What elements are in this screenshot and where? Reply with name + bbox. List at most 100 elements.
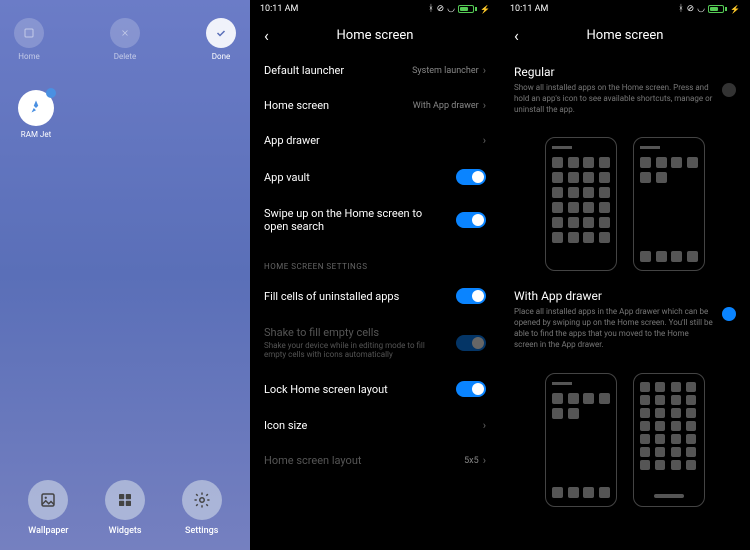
charging-icon: ⚡ bbox=[730, 5, 740, 14]
setting-label: Fill cells of uninstalled apps bbox=[264, 290, 399, 303]
regular-previews bbox=[500, 127, 750, 277]
chevron-right-icon: › bbox=[483, 454, 486, 467]
lock-layout-row: Lock Home screen layout bbox=[264, 370, 486, 408]
wifi-icon: ◡ bbox=[447, 4, 455, 14]
action-label: Done bbox=[212, 52, 230, 61]
home-icon bbox=[14, 18, 44, 48]
setting-label: Home screen bbox=[264, 99, 329, 112]
action-label: Home bbox=[18, 52, 40, 61]
option-title: With App drawer bbox=[514, 289, 714, 303]
do-not-disturb-icon: ⊘ bbox=[687, 4, 695, 14]
page-title: Home screen bbox=[587, 28, 664, 43]
bottom-label: Wallpaper bbox=[28, 526, 68, 536]
settings-list: Default launcher System launcher› Home s… bbox=[250, 53, 500, 478]
bottom-actions: Wallpaper Widgets Settings bbox=[0, 480, 250, 536]
drawer-previews bbox=[500, 363, 750, 513]
regular-radio[interactable] bbox=[722, 83, 736, 97]
action-label: Delete bbox=[114, 52, 137, 61]
setting-label: App drawer bbox=[264, 134, 320, 147]
swipe-up-toggle[interactable] bbox=[456, 212, 486, 228]
option-title: Regular bbox=[514, 65, 714, 79]
status-bar: 10:11 AM ᚼ ⊘ ◡ ⚡ bbox=[500, 0, 750, 18]
phone-preview bbox=[545, 137, 617, 271]
delete-action[interactable]: Delete bbox=[110, 18, 140, 61]
home-edit-panel: Home Delete Done RAM Jet Wallpaper bbox=[0, 0, 250, 550]
phone-preview bbox=[545, 373, 617, 507]
battery-icon bbox=[458, 5, 477, 13]
home-settings-panel: 10:11 AM ᚼ ⊘ ◡ ⚡ ‹ Home screen Default l… bbox=[250, 0, 500, 550]
setting-label: Icon size bbox=[264, 419, 307, 432]
charging-icon: ⚡ bbox=[480, 5, 490, 14]
setting-label: App vault bbox=[264, 171, 310, 184]
home-action[interactable]: Home bbox=[14, 18, 44, 61]
app-drawer-option[interactable]: With App drawer Place all installed apps… bbox=[500, 277, 750, 362]
bluetooth-icon: ᚼ bbox=[678, 4, 683, 14]
page-title: Home screen bbox=[337, 28, 414, 43]
battery-icon bbox=[708, 5, 727, 13]
status-right: ᚼ ⊘ ◡ ⚡ bbox=[428, 4, 490, 14]
home-mode-panel: 10:11 AM ᚼ ⊘ ◡ ⚡ ‹ Home screen Regular S… bbox=[500, 0, 750, 550]
bottom-label: Widgets bbox=[109, 526, 142, 536]
setting-value: With App drawer› bbox=[413, 99, 486, 112]
status-time: 10:11 AM bbox=[260, 4, 298, 14]
fill-cells-toggle[interactable] bbox=[456, 288, 486, 304]
shake-fill-row: Shake to fill empty cells Shake your dev… bbox=[264, 315, 486, 370]
settings-icon bbox=[182, 480, 222, 520]
rocket-icon bbox=[18, 90, 54, 126]
option-desc: Show all installed apps on the Home scre… bbox=[514, 83, 714, 115]
icon-size-row[interactable]: Icon size › bbox=[264, 408, 486, 443]
widgets-button[interactable]: Widgets bbox=[105, 480, 145, 536]
regular-option[interactable]: Regular Show all installed apps on the H… bbox=[500, 53, 750, 127]
chevron-right-icon: › bbox=[483, 134, 486, 147]
phone-preview bbox=[633, 373, 705, 507]
app-drawer-row[interactable]: App drawer › bbox=[264, 123, 486, 158]
setting-value: › bbox=[483, 419, 486, 432]
header: ‹ Home screen bbox=[250, 18, 500, 53]
setting-value: System launcher› bbox=[412, 64, 486, 77]
done-action[interactable]: Done bbox=[206, 18, 236, 61]
chevron-right-icon: › bbox=[483, 99, 486, 112]
wallpaper-button[interactable]: Wallpaper bbox=[28, 480, 68, 536]
setting-label: Default launcher bbox=[264, 64, 344, 77]
setting-label: Home screen layout bbox=[264, 454, 362, 467]
close-icon bbox=[110, 18, 140, 48]
app-badge bbox=[46, 88, 56, 98]
chevron-right-icon: › bbox=[483, 419, 486, 432]
status-time: 10:11 AM bbox=[510, 4, 548, 14]
do-not-disturb-icon: ⊘ bbox=[437, 4, 445, 14]
setting-sublabel: Shake your device while in editing mode … bbox=[264, 341, 446, 359]
phone-preview bbox=[633, 137, 705, 271]
bottom-label: Settings bbox=[185, 526, 218, 536]
status-bar: 10:11 AM ᚼ ⊘ ◡ ⚡ bbox=[250, 0, 500, 18]
setting-label: Lock Home screen layout bbox=[264, 383, 388, 396]
app-drawer-radio[interactable] bbox=[722, 307, 736, 321]
option-desc: Place all installed apps in the App draw… bbox=[514, 307, 714, 350]
top-actions: Home Delete Done bbox=[0, 0, 250, 69]
wallpaper-icon bbox=[28, 480, 68, 520]
app-ramjet[interactable]: RAM Jet bbox=[18, 90, 54, 139]
shake-fill-toggle bbox=[456, 335, 486, 351]
settings-button[interactable]: Settings bbox=[182, 480, 222, 536]
app-label: RAM Jet bbox=[21, 130, 51, 139]
home-screen-row[interactable]: Home screen With App drawer› bbox=[264, 88, 486, 123]
app-vault-row: App vault bbox=[264, 158, 486, 196]
default-launcher-row[interactable]: Default launcher System launcher› bbox=[264, 53, 486, 88]
setting-label: Shake to fill empty cells bbox=[264, 326, 446, 339]
swipe-up-search-row: Swipe up on the Home screen to open sear… bbox=[264, 196, 486, 244]
status-right: ᚼ ⊘ ◡ ⚡ bbox=[678, 4, 740, 14]
chevron-right-icon: › bbox=[483, 64, 486, 77]
wifi-icon: ◡ bbox=[697, 4, 705, 14]
back-button[interactable]: ‹ bbox=[264, 26, 269, 45]
header: ‹ Home screen bbox=[500, 18, 750, 53]
setting-value: 5x5› bbox=[464, 454, 486, 467]
back-button[interactable]: ‹ bbox=[514, 26, 519, 45]
section-header: HOME SCREEN SETTINGS bbox=[264, 244, 486, 277]
fill-cells-row: Fill cells of uninstalled apps bbox=[264, 277, 486, 315]
check-icon bbox=[206, 18, 236, 48]
widgets-icon bbox=[105, 480, 145, 520]
app-vault-toggle[interactable] bbox=[456, 169, 486, 185]
bluetooth-icon: ᚼ bbox=[428, 4, 433, 14]
setting-value: › bbox=[483, 134, 486, 147]
layout-row[interactable]: Home screen layout 5x5› bbox=[264, 443, 486, 478]
lock-layout-toggle[interactable] bbox=[456, 381, 486, 397]
